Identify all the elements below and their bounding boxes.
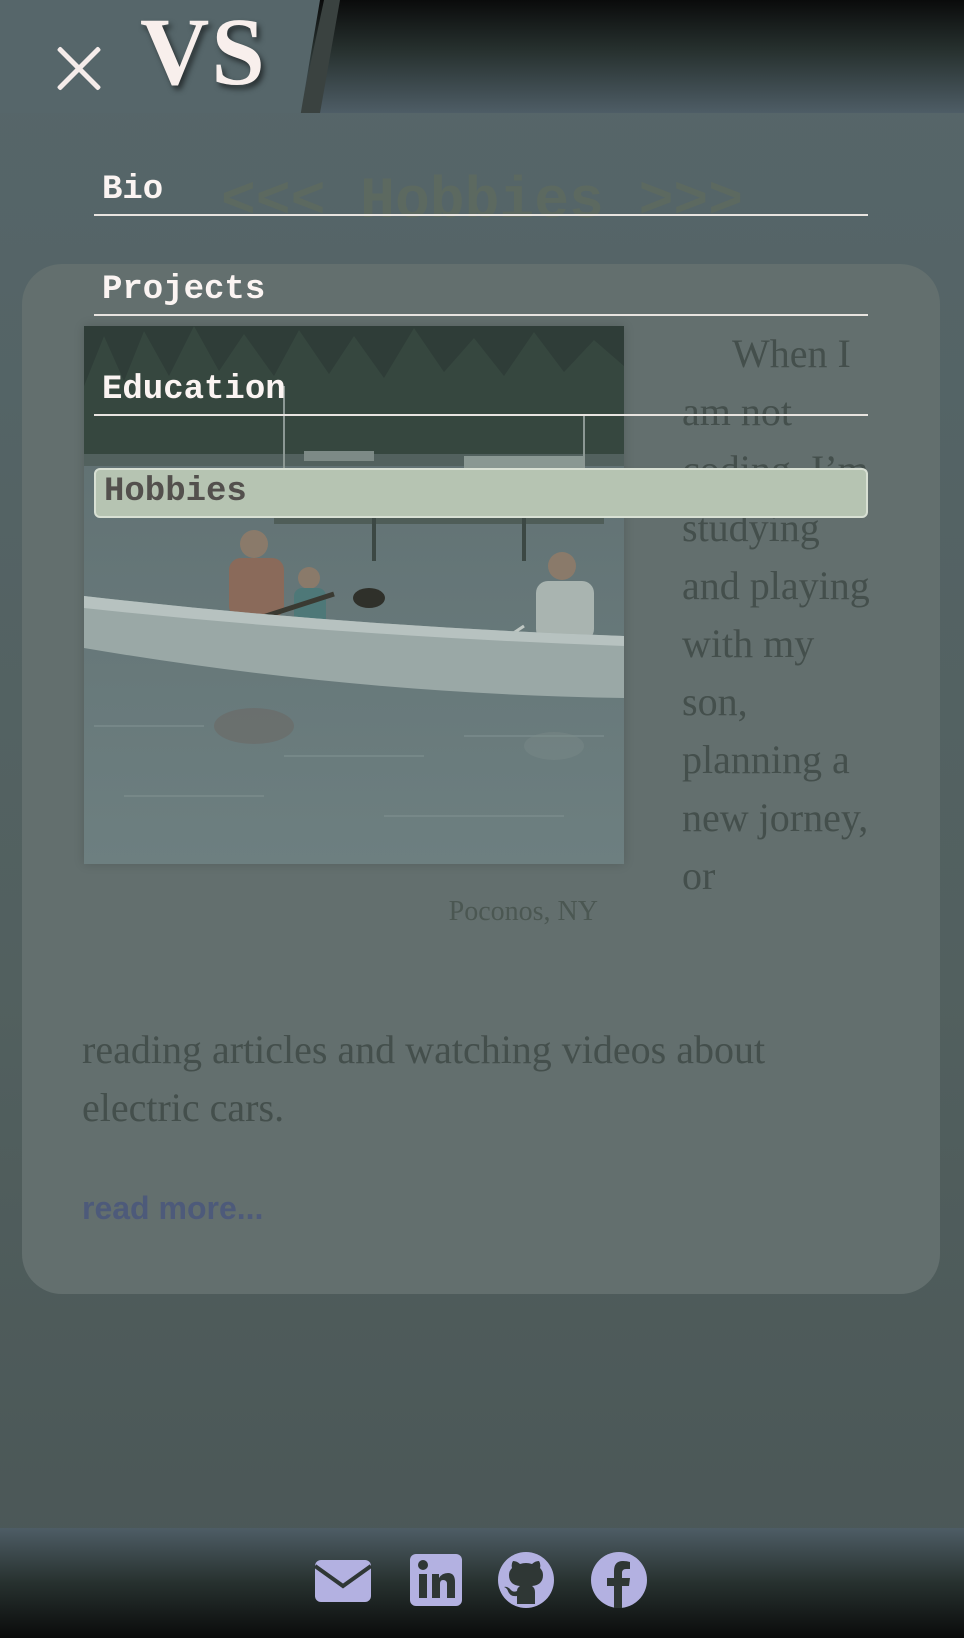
menu-item-education[interactable]: Education <box>94 368 868 416</box>
hobbies-paragraph-bottom: reading articles and watching videos abo… <box>82 1027 766 1130</box>
github-icon[interactable] <box>496 1550 556 1610</box>
menu-item-projects[interactable]: Projects <box>94 268 868 316</box>
footer-bar <box>0 1528 964 1638</box>
linkedin-icon[interactable] <box>406 1550 466 1610</box>
menu-item-bio[interactable]: Bio <box>94 168 868 216</box>
facebook-icon[interactable] <box>589 1550 649 1610</box>
menu-item-hobbies[interactable]: Hobbies <box>94 468 868 518</box>
page: VS <<< Hobbies >>> Poconos, NY When I am… <box>0 0 964 1638</box>
header-bar: VS <box>0 0 964 113</box>
photo-caption: Poconos, NY <box>448 896 598 927</box>
close-icon[interactable] <box>44 40 104 100</box>
site-logo[interactable]: VS <box>140 4 267 100</box>
mail-icon[interactable] <box>313 1550 373 1610</box>
read-more-link[interactable]: read more... <box>82 1190 263 1227</box>
